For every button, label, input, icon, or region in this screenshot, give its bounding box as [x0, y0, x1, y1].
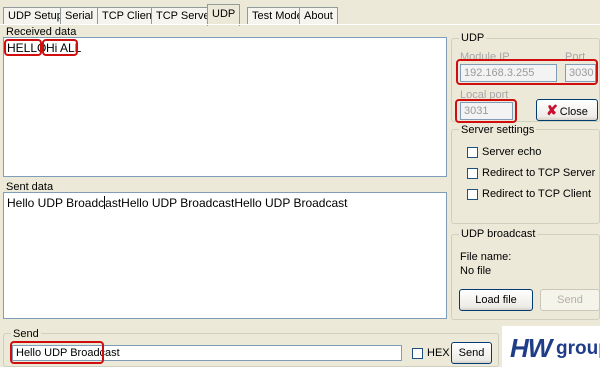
send-group-title: Send	[11, 328, 41, 340]
port-field[interactable]: 3030	[565, 64, 596, 82]
send-input[interactable]: Hello UDP Broadcast	[12, 345, 402, 361]
port-label: Port	[565, 51, 586, 63]
hex-checkbox[interactable]	[412, 348, 423, 359]
redirect-tcp-server-checkbox[interactable]	[467, 168, 478, 179]
module-ip-field[interactable]: 192.168.3.255	[460, 64, 557, 82]
close-x-icon: ✘	[546, 102, 558, 118]
load-file-button[interactable]: Load file	[459, 289, 533, 311]
redirect-tcp-server-label: Redirect to TCP Server	[482, 167, 596, 179]
logo-group: group	[556, 338, 600, 359]
sent-text: Hello UDP BroadcastHello UDP BroadcastHe…	[7, 196, 348, 210]
server-echo-label: Server echo	[482, 146, 542, 158]
redirect-tcp-client-checkbox[interactable]	[467, 189, 478, 200]
file-name-label: File name:	[460, 251, 512, 263]
file-name-value: No file	[460, 265, 492, 277]
server-settings-title: Server settings	[459, 124, 537, 136]
tab-serial[interactable]: Serial	[60, 7, 99, 25]
broadcast-send-button[interactable]: Send	[540, 289, 600, 311]
hw-group-logo: HW group	[502, 326, 600, 367]
tab-udp-setup[interactable]: UDP Setup	[3, 7, 68, 25]
received-text-hi-all: Hi ALL	[46, 41, 82, 55]
tab-about[interactable]: About	[299, 7, 338, 25]
tab-strip: UDP Setup Serial TCP Client TCP Server U…	[0, 0, 600, 26]
close-button[interactable]: ✘ Close	[536, 99, 598, 121]
logo-hw: HW	[510, 333, 552, 363]
udp-broadcast-title: UDP broadcast	[459, 228, 538, 240]
received-data-area[interactable]: HELLO Hi ALL	[3, 37, 447, 177]
sent-data-area[interactable]: Hello UDP BroadcastHello UDP BroadcastHe…	[3, 192, 447, 319]
local-port-label: Local port	[460, 89, 509, 101]
local-port-field[interactable]: 3031	[460, 102, 513, 120]
send-button[interactable]: Send	[451, 342, 492, 364]
udp-group-title: UDP	[459, 32, 487, 44]
hex-label: HEX	[427, 347, 450, 359]
tab-udp[interactable]: UDP	[207, 4, 241, 26]
module-ip-label: Module IP	[460, 51, 510, 63]
received-text-hello: HELLO	[7, 41, 47, 55]
redirect-tcp-client-label: Redirect to TCP Client	[482, 188, 592, 200]
server-echo-checkbox[interactable]	[467, 147, 478, 158]
